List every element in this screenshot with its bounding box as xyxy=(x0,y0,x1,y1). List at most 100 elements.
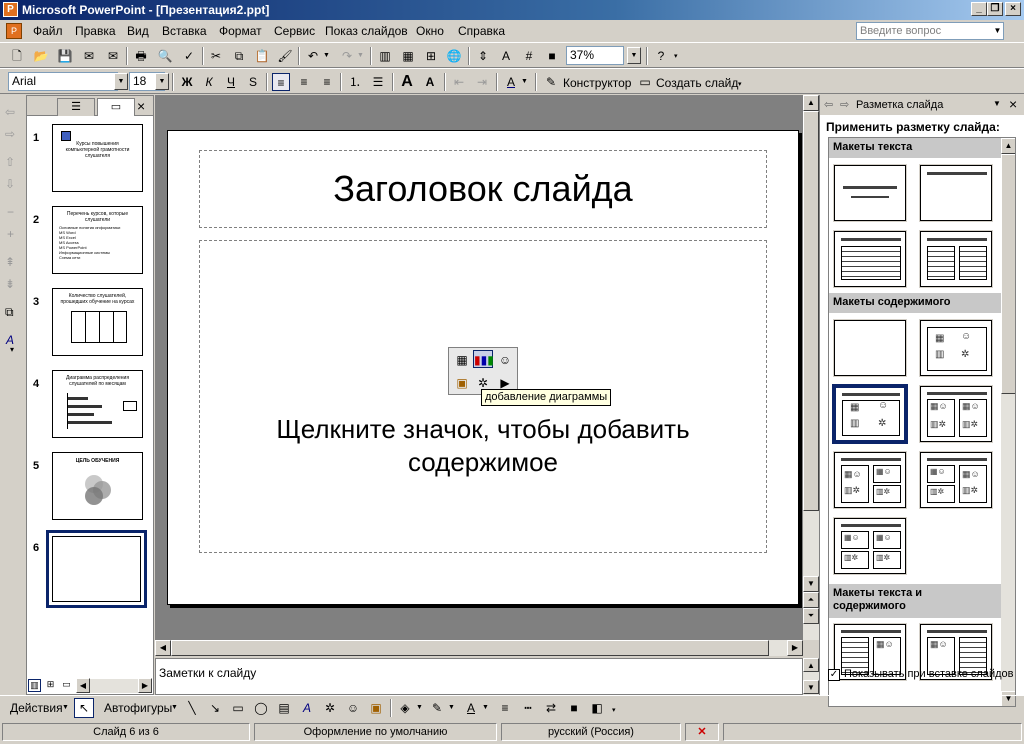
expand-all-icon[interactable]: ⇟ xyxy=(5,277,15,291)
align-left-icon[interactable]: ≡ xyxy=(272,73,290,91)
cut-icon[interactable]: ✂ xyxy=(207,47,225,65)
scroll-up-icon[interactable]: ▲ xyxy=(1001,138,1015,154)
underline-icon[interactable]: Ч xyxy=(222,73,240,91)
open-icon[interactable]: 📂 xyxy=(32,47,50,65)
spelling-status-icon[interactable]: ✕ xyxy=(685,723,719,741)
show-on-insert-checkbox[interactable]: ✓ xyxy=(828,669,840,681)
help-dropdown-icon[interactable]: ▼ xyxy=(991,23,1004,39)
zoom-dropdown-icon[interactable]: ▼ xyxy=(627,47,641,64)
layout-title-text[interactable] xyxy=(833,230,907,288)
expand-all-icon[interactable]: ⇕ xyxy=(474,47,492,65)
slide-thumbnail-2[interactable]: Перечень курсов, которые слушатели Основ… xyxy=(52,206,143,274)
new-icon[interactable]: 🗋 xyxy=(8,47,26,65)
hyperlink-icon[interactable]: 🌐 xyxy=(445,47,463,65)
autoshapes-menu[interactable]: Автофигуры xyxy=(104,701,172,715)
redo-dropdown-icon[interactable]: ▼ xyxy=(357,52,364,59)
clipart-icon[interactable]: ☺ xyxy=(344,699,362,717)
rectangle-icon[interactable]: ▭ xyxy=(229,699,247,717)
scroll-up-icon[interactable]: ▲ xyxy=(803,658,819,672)
decrease-indent-icon[interactable]: ⇤ xyxy=(450,73,468,91)
summary-slide-icon[interactable]: ⧉ xyxy=(5,305,14,320)
expand-icon[interactable]: + xyxy=(7,227,14,241)
normal-view-icon[interactable]: ▥ xyxy=(28,679,41,692)
help-icon[interactable]: ? xyxy=(652,47,670,65)
scroll-down-icon[interactable]: ▼ xyxy=(803,576,819,592)
collapse-all-icon[interactable]: ⇞ xyxy=(5,255,15,269)
menu-format[interactable]: Формат xyxy=(219,24,262,38)
minimize-button[interactable]: _ xyxy=(971,2,987,16)
close-icon[interactable]: × xyxy=(1009,96,1017,112)
oval-icon[interactable]: ◯ xyxy=(252,699,270,717)
font-color-icon[interactable]: A xyxy=(502,73,520,91)
align-right-icon[interactable]: ≡ xyxy=(318,73,336,91)
menu-edit[interactable]: Правка xyxy=(75,24,116,38)
close-pane-icon[interactable]: × xyxy=(137,98,145,114)
previous-slide-icon[interactable]: ⏶ xyxy=(803,592,819,608)
layout-two-columns[interactable] xyxy=(919,230,993,288)
insert-table-icon[interactable]: ▦ xyxy=(452,351,472,369)
shadow-style-icon[interactable]: ■ xyxy=(565,699,583,717)
layout-content-quad-left[interactable]: ▦☺ ▥✲ ▦☺ ▥✲ xyxy=(833,451,907,509)
document-icon[interactable]: P xyxy=(6,23,22,39)
scroll-right-icon[interactable]: ▶ xyxy=(787,640,803,656)
picture-icon[interactable]: ▣ xyxy=(367,699,385,717)
format-painter-icon[interactable]: 🖌 xyxy=(276,47,294,65)
print-icon[interactable]: 🖶 xyxy=(132,47,150,65)
slide-thumbnail-3[interactable]: Количество слушателей, прошедших обучени… xyxy=(52,288,143,356)
powerpoint-icon[interactable]: P xyxy=(3,2,18,17)
insert-chart-icon[interactable]: ▥ xyxy=(376,47,394,65)
toolbar-options-icon[interactable]: ▾ xyxy=(10,345,14,354)
redo-icon[interactable]: ↷ xyxy=(338,47,356,65)
bullets-icon[interactable]: ☰ xyxy=(369,73,387,91)
toolbar-options-icon[interactable]: ▾ xyxy=(738,80,742,88)
show-grid-icon[interactable]: # xyxy=(520,47,538,65)
bold-icon[interactable]: Ж xyxy=(178,73,196,91)
3d-style-icon[interactable]: ◧ xyxy=(588,699,606,717)
color-grayscale-icon[interactable]: ■ xyxy=(543,47,561,65)
back-icon[interactable]: ⇦ xyxy=(824,98,833,111)
gallery-vscrollbar[interactable]: ▲ ▼ xyxy=(1001,138,1015,706)
scroll-right-icon[interactable]: ▶ xyxy=(138,678,152,693)
save-icon[interactable]: 💾 xyxy=(56,47,74,65)
scroll-up-icon[interactable]: ▲ xyxy=(803,95,819,111)
fill-color-dropdown-icon[interactable]: ▼ xyxy=(416,704,423,711)
scroll-left-icon[interactable]: ◀ xyxy=(76,678,90,693)
diagram-icon[interactable]: ✲ xyxy=(321,699,339,717)
undo-icon[interactable]: ↶ xyxy=(304,47,322,65)
copy-icon[interactable]: ⧉ xyxy=(230,47,248,65)
select-pointer-icon[interactable]: ↖ xyxy=(74,698,94,718)
insert-chart-icon[interactable]: ▮▮▮ xyxy=(473,350,494,368)
insert-clipart-icon[interactable]: ☺ xyxy=(495,351,515,369)
slide-thumbnail-1[interactable]: Курсы повышения компьютерной грамотности… xyxy=(52,124,143,192)
numbering-icon[interactable]: ⒈ xyxy=(346,73,364,91)
permission-icon[interactable]: ✉ xyxy=(80,47,98,65)
layout-blank[interactable] xyxy=(833,319,907,377)
arrow-icon[interactable]: ↘ xyxy=(206,699,224,717)
slide-thumbnail-4[interactable]: Диаграмма распределения слушателей по ме… xyxy=(52,370,143,438)
email-icon[interactable]: ✉ xyxy=(104,47,122,65)
task-pane-dropdown-icon[interactable]: ▼ xyxy=(993,99,1001,108)
menu-insert[interactable]: Вставка xyxy=(162,24,207,38)
menu-tools[interactable]: Сервис xyxy=(274,24,315,38)
title-placeholder[interactable]: Заголовок слайда xyxy=(199,150,767,228)
tab-slides[interactable]: ▭ xyxy=(97,98,135,116)
slide-thumbnail-5[interactable]: ЦЕЛЬ ОБУЧЕНИЯ xyxy=(52,452,143,520)
designer-icon[interactable]: ✎ xyxy=(542,73,560,91)
align-center-icon[interactable]: ≡ xyxy=(295,73,313,91)
scroll-thumb[interactable] xyxy=(171,640,769,656)
tables-borders-icon[interactable]: ⊞ xyxy=(422,47,440,65)
scroll-thumb[interactable] xyxy=(803,111,819,511)
maximize-button[interactable]: ❐ xyxy=(987,2,1003,16)
layout-content[interactable]: ▦ ☺ ▥ ✲ xyxy=(919,319,993,377)
wordart-icon[interactable]: A xyxy=(298,699,316,717)
toolbar-options-icon[interactable]: ▾ xyxy=(612,706,616,714)
slides-pane-hscroll[interactable]: ◀ ▶ xyxy=(76,678,152,693)
font-color-icon[interactable]: A xyxy=(462,699,480,717)
paste-icon[interactable]: 📋 xyxy=(253,47,271,65)
scroll-down-icon[interactable]: ▼ xyxy=(803,680,819,694)
font-select[interactable]: Arial xyxy=(8,72,118,91)
slideshow-icon[interactable]: ▭ xyxy=(60,679,73,692)
forward-icon[interactable]: ⇨ xyxy=(840,98,849,111)
menu-window[interactable]: Окно xyxy=(416,24,444,38)
font-color-dropdown-icon[interactable]: ▼ xyxy=(521,78,528,85)
